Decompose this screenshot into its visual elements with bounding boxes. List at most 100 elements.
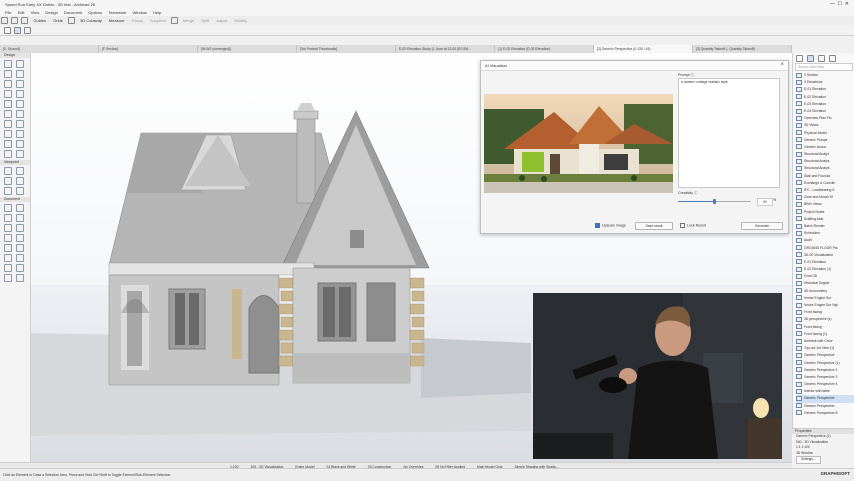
document-tool-icon[interactable] (16, 234, 24, 242)
view-map-item[interactable]: BIMx Views (796, 201, 854, 208)
design-tool-icon[interactable] (16, 150, 24, 158)
magic-wand-icon[interactable] (170, 17, 178, 25)
view-map-item[interactable]: Generic Perspective (796, 395, 854, 403)
design-tool-icon[interactable] (16, 110, 24, 118)
document-tool-icon[interactable] (16, 214, 24, 222)
view-map-item[interactable]: IFC - Loadbearing S (796, 187, 854, 194)
menu-document[interactable]: Document (64, 10, 82, 15)
tab-elevation[interactable]: (1) E-02 Elevation (E-02 Elevation) (495, 45, 594, 53)
save-result-button[interactable]: Save result (635, 222, 673, 230)
design-tool-icon[interactable] (4, 100, 12, 108)
view-map-item[interactable]: Structural Analys (796, 158, 854, 165)
viewpoint-tool-icon[interactable] (16, 177, 24, 185)
document-tool-icon[interactable] (16, 204, 24, 212)
info-icon[interactable]: ⓘ (694, 191, 698, 195)
view-map-item[interactable]: Schedules (796, 230, 854, 237)
tab-unmerged[interactable]: [W-W2 (unmerged)] (198, 45, 297, 53)
view-map-item[interactable]: E-02 Elevation (796, 94, 854, 101)
viewpoint-tool-icon[interactable] (16, 187, 24, 195)
modify-button[interactable]: Modify... (235, 18, 250, 23)
view-map-item[interactable]: Zone and Morph M (796, 194, 854, 201)
view-map-item[interactable]: Ambient with Crew (796, 338, 854, 345)
menu-design[interactable]: Design (45, 10, 57, 15)
view-map-item[interactable]: 3 Section (796, 72, 854, 79)
view-map-item[interactable]: Generic Perspective 4 (796, 381, 854, 388)
view-map-item[interactable]: Vector Engine Sur Ngt (796, 302, 854, 309)
view-map-item[interactable]: Generic Perspective 2 (796, 367, 854, 374)
view-map-item[interactable]: E-01 Elevation (796, 86, 854, 93)
tab-generic-perspective[interactable]: [2] Generic Perspective (0.130 / 44) (594, 45, 693, 53)
settings-button[interactable]: Settings... (796, 456, 821, 464)
group-button[interactable]: Group (132, 18, 143, 23)
lock-result-checkbox[interactable]: Lock Result (680, 223, 706, 228)
view-map-icon[interactable] (807, 55, 814, 62)
info-icon[interactable]: ⓘ (691, 73, 695, 77)
design-tool-icon[interactable] (16, 90, 24, 98)
view-map-item[interactable]: Vector Engine Sur (796, 295, 854, 302)
design-tool-icon[interactable] (4, 70, 12, 78)
design-tool-icon[interactable] (4, 140, 12, 148)
document-tool-icon[interactable] (4, 224, 12, 232)
design-tool-icon[interactable] (16, 70, 24, 78)
tab-ground[interactable]: [0. Ground] (0, 45, 99, 53)
view-map-item[interactable]: Project Notes (796, 209, 854, 216)
view-map-item[interactable]: Front 3D (796, 273, 854, 280)
view-map-item[interactable]: Drafting Aids (796, 216, 854, 223)
adjust-button[interactable]: Adjust (216, 18, 227, 23)
document-tool-icon[interactable] (16, 254, 24, 262)
3d-view-icon[interactable] (67, 17, 75, 25)
menu-options[interactable]: Options (88, 10, 102, 15)
save-icon[interactable] (11, 17, 19, 25)
measure-button[interactable]: Measure (109, 18, 125, 23)
view-map-item[interactable]: E-04 Elevation (796, 108, 854, 115)
menu-file[interactable]: File (5, 10, 11, 15)
design-tool-icon[interactable] (16, 80, 24, 88)
menu-help[interactable]: Help (153, 10, 161, 15)
cutaway-button[interactable]: 3D Cutaway (80, 18, 102, 23)
marquee-icon[interactable] (14, 27, 22, 34)
view-map-item[interactable]: GROUND FLOOR Pla (796, 245, 854, 252)
menu-view[interactable]: View (31, 10, 40, 15)
view-map-item[interactable]: Audit (796, 237, 854, 244)
document-tool-icon[interactable] (16, 244, 24, 252)
view-map-item[interactable]: Overview Plan Flo (796, 115, 854, 122)
design-tool-icon[interactable] (4, 120, 12, 128)
view-map-item[interactable]: Generic Perspective (796, 403, 854, 410)
layer-icon[interactable] (24, 27, 32, 34)
view-map-item[interactable]: Interior with table (796, 388, 854, 395)
design-tool-icon[interactable] (4, 150, 12, 158)
search-input[interactable]: Search View Map (795, 63, 853, 71)
document-tool-icon[interactable] (4, 264, 12, 272)
document-tool-icon[interactable] (4, 254, 12, 262)
grids-button[interactable]: Grids (53, 18, 63, 23)
view-map-item[interactable]: Front facing (796, 324, 854, 331)
layout-book-icon[interactable] (818, 55, 825, 62)
view-map-item[interactable]: Physical Model (796, 130, 854, 137)
view-map-item[interactable]: Front facing (796, 309, 854, 316)
prompt-input[interactable]: a modern cottage realistic style (678, 78, 780, 188)
view-map-item[interactable]: 3D Views (796, 122, 854, 129)
creativity-value-input[interactable]: 50 (757, 198, 773, 206)
design-tool-icon[interactable] (4, 130, 12, 138)
view-map-item[interactable]: Generic Perspe (796, 137, 854, 144)
view-map-item[interactable]: Generic Perspective (796, 352, 854, 359)
arrow-icon[interactable] (4, 27, 11, 34)
view-map-item[interactable]: 3D-00 Visualization (796, 252, 854, 259)
view-map-item[interactable]: Top-out 1st View (1) (796, 345, 854, 352)
menu-window[interactable]: Window (133, 10, 147, 15)
close-icon[interactable]: × (780, 62, 784, 69)
menu-edit[interactable]: Edit (18, 10, 25, 15)
viewpoint-tool-icon[interactable] (4, 187, 12, 195)
split-button[interactable]: Split (201, 18, 209, 23)
tab-quantity-takeoff[interactable]: [3] Quantity Takeoff (- Quantity Takeoff… (693, 45, 792, 53)
publisher-icon[interactable] (829, 55, 836, 62)
view-map-item[interactable]: Structural Analyt (796, 151, 854, 158)
new-file-icon[interactable] (1, 17, 8, 25)
undo-icon[interactable] (21, 17, 29, 25)
creativity-slider[interactable] (678, 199, 751, 204)
tab-elevation-study[interactable]: E-02 Elevation Study (1 June at 12:00 (E… (396, 45, 495, 53)
view-map-item[interactable]: E-03 Elevation (796, 101, 854, 108)
window-controls[interactable]: — ☐ ✕ (830, 0, 849, 9)
design-tool-icon[interactable] (16, 130, 24, 138)
view-map-item[interactable]: Batch Render (796, 223, 854, 230)
